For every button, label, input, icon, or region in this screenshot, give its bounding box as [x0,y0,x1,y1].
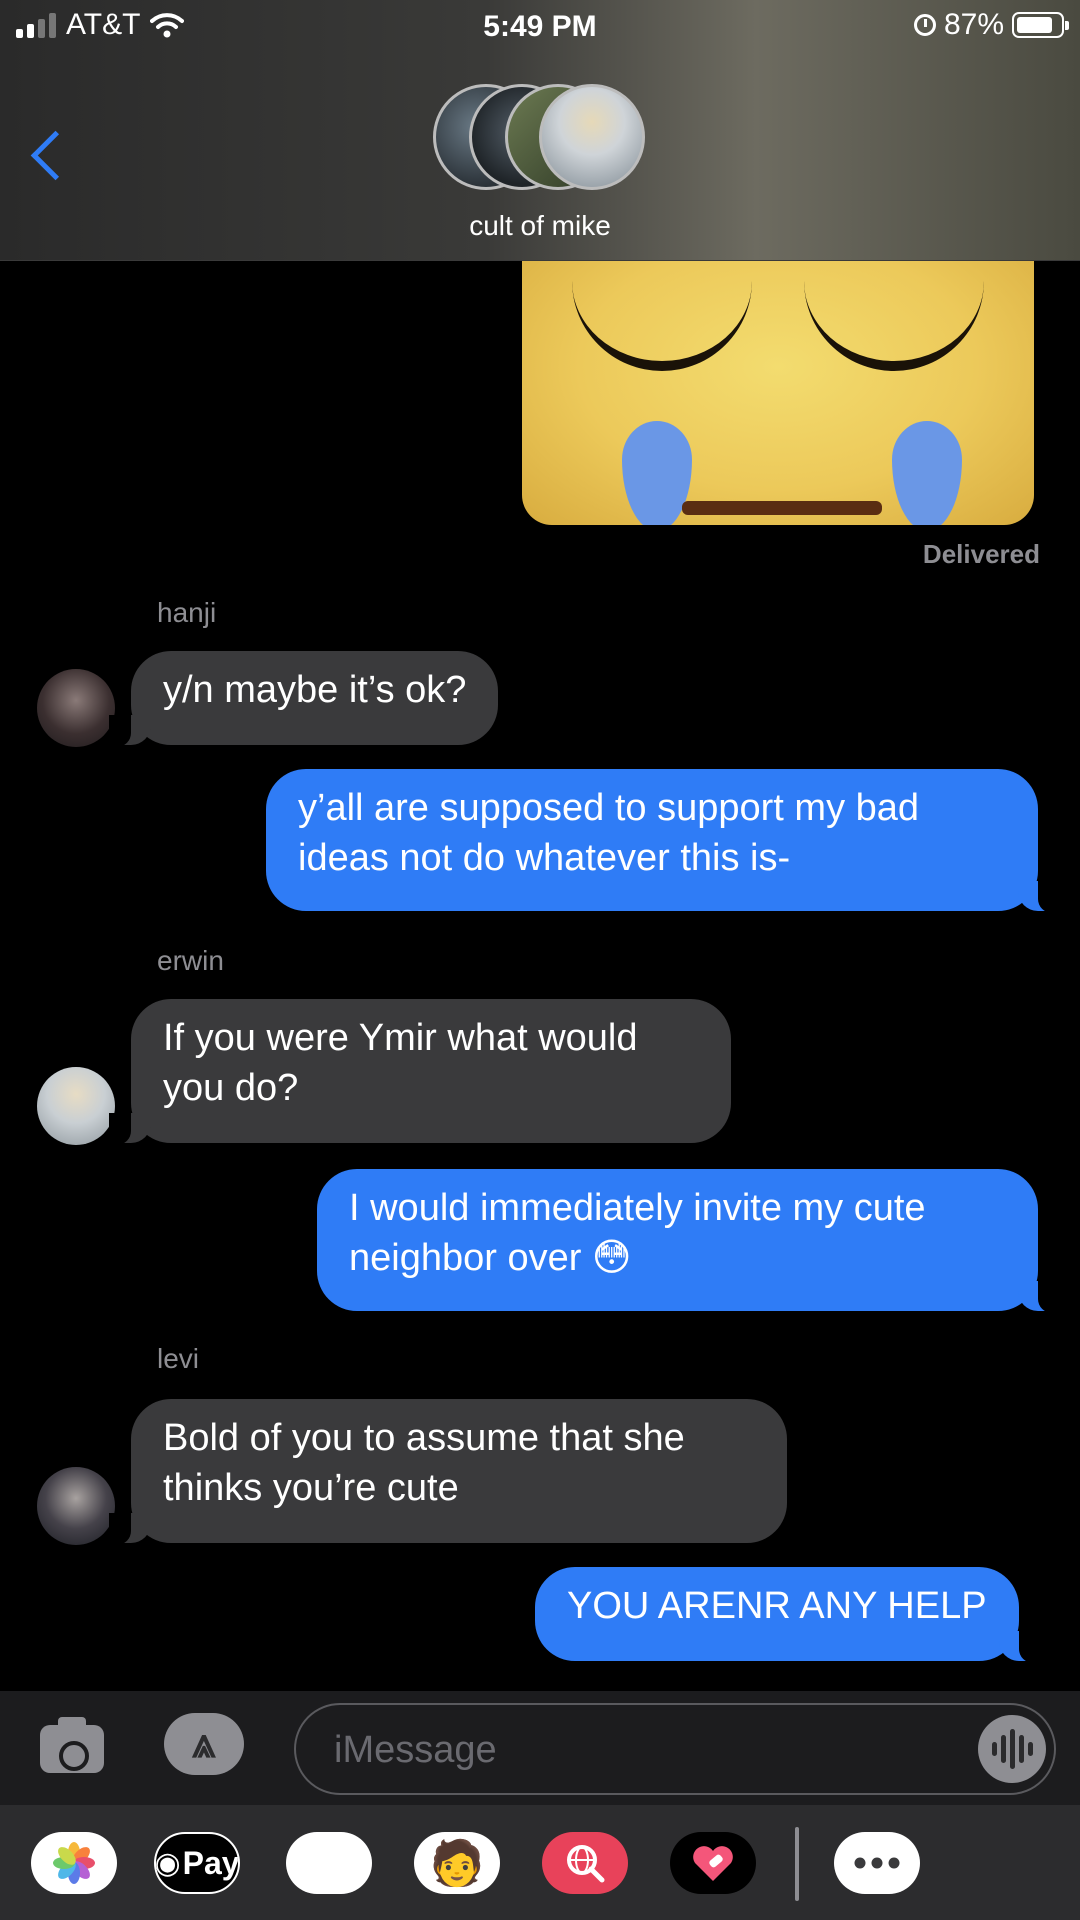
message-bubble-incoming[interactable]: Bold of you to assume that she thinks yo… [109,1399,787,1545]
message-text: Bold of you to assume that she thinks yo… [163,1417,685,1509]
memoji-icon[interactable]: 🧑 [414,1832,500,1894]
apple-logo-icon: ◉ [154,1846,181,1880]
group-avatars[interactable] [433,84,648,194]
app-store-icon[interactable]: ⩓ [164,1713,244,1775]
battery-percent: 87% [943,8,1004,41]
globe-search-glyph [567,1845,605,1883]
sender-name: erwin [157,945,224,976]
message-bubble-outgoing[interactable]: YOU ARENR ANY HELP [535,1567,1041,1663]
status-right: 87% [913,8,1069,42]
avatar-erwin[interactable] [37,1067,115,1145]
emoji-right-eye [804,271,984,371]
message-text: I would immediately invite my cute neigh… [349,1187,926,1279]
emoji-left-eye [572,271,752,371]
group-name[interactable]: cult of mike [0,210,1080,242]
message-text: y’all are supposed to support my bad ide… [298,787,920,879]
battery-fill [1017,17,1053,33]
crying-emoji-image[interactable] [522,261,1034,525]
message-text: y/n maybe it’s ok? [163,669,467,711]
animoji-icon[interactable]: 🐵 [286,1832,372,1894]
alarm-icon [913,14,936,36]
apple-pay-icon[interactable]: ◉ Pay [154,1832,240,1894]
message-text: YOU ARENR ANY HELP [567,1585,987,1627]
message-bubble-outgoing[interactable]: I would immediately invite my cute neigh… [317,1169,1060,1313]
emoji-mouth [682,501,882,515]
emoji-right-tear [892,421,962,525]
compose-bar: ⩓ [0,1691,1080,1805]
status-bar: AT&T 5:49 PM 87% [0,0,1080,56]
heart-glyph [693,1846,733,1881]
digital-touch-icon[interactable] [670,1832,756,1894]
camera-lens [59,1741,89,1771]
message-bubble-incoming[interactable]: y/n maybe it’s ok? [108,651,499,747]
message-text: If you were Ymir what would you do? [163,1017,638,1109]
apple-pay-label: Pay [182,1844,240,1881]
avatar-levi[interactable] [37,1467,115,1545]
message-thread[interactable]: Delivered hanji y/n maybe it’s ok? y’all… [0,261,1080,1691]
avatar-hanji[interactable] [37,669,115,747]
sender-name: hanji [157,597,217,628]
battery-icon [1012,12,1069,38]
audio-waveform-icon[interactable] [978,1715,1046,1783]
app-drawer: ◉ Pay 🐵 🧑 [0,1805,1080,1920]
photos-flower [53,1842,95,1884]
drawer-separator [795,1827,799,1901]
more-dots [854,1857,900,1869]
photos-icon[interactable] [31,1832,117,1894]
image-search-icon[interactable] [542,1832,628,1894]
message-input[interactable] [332,1705,956,1795]
sender-name: levi [157,1343,200,1374]
member-avatar-4 [539,84,645,190]
delivered-status: Delivered [922,539,1040,569]
back-chevron-icon[interactable] [30,130,81,181]
app-store-glyph: ⩓ [192,1719,216,1766]
message-field[interactable] [294,1703,1056,1795]
conversation-header: AT&T 5:49 PM 87% cult of mike [0,0,1080,261]
camera-icon[interactable] [40,1713,106,1773]
more-icon[interactable] [834,1832,920,1894]
message-bubble-incoming[interactable]: If you were Ymir what would you do? [109,999,731,1145]
message-bubble-outgoing[interactable]: y’all are supposed to support my bad ide… [266,769,1060,913]
